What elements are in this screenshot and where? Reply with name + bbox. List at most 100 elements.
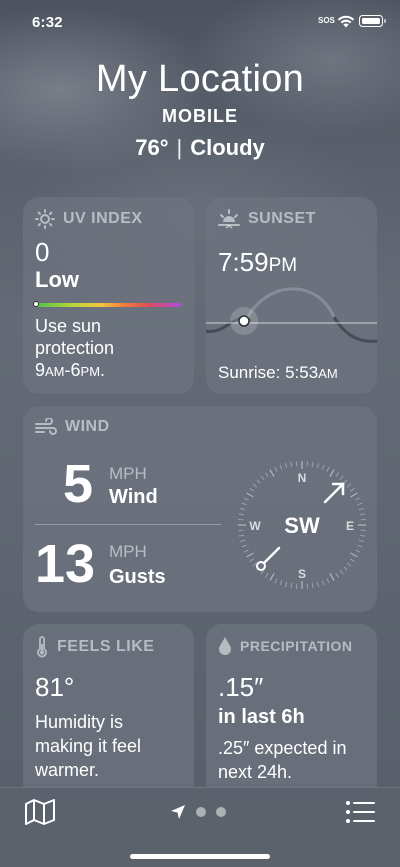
compass-tick (284, 581, 288, 587)
compass-tick (274, 578, 278, 584)
precipitation-card-title: PRECIPITATION (218, 636, 353, 656)
compass-tick (329, 469, 335, 477)
wind-speed-label: Wind (109, 486, 158, 508)
compass-tick (360, 534, 366, 537)
compass-tick (316, 463, 320, 469)
compass-tick (269, 573, 275, 581)
compass-tick (279, 464, 283, 470)
compass-tick (311, 583, 314, 589)
compass-tick (246, 552, 254, 558)
compass-tick (238, 513, 244, 516)
uv-hours: 9AM-6PM. (35, 360, 106, 380)
compass-tick (350, 558, 355, 563)
divider: | (176, 135, 183, 160)
compass-tick (329, 573, 335, 581)
wind-card-title: WIND (35, 418, 110, 436)
wind-gusts-value: 13 (35, 534, 96, 594)
sunset-time: 7:59PM (218, 247, 298, 277)
feels-like-title-label: FEELS LIKE (57, 638, 155, 655)
compass-tick (358, 507, 364, 511)
current-condition: Cloudy (190, 135, 265, 160)
sunset-card[interactable]: SUNSET 7:59PM Sunrise: 5:53AM (206, 197, 377, 394)
compass-tick (290, 461, 293, 467)
wind-card[interactable]: WIND 5 MPH Wind 13 MPH Gusts N E S W SW (23, 406, 377, 612)
compass-tick (290, 583, 293, 589)
location-name: My Location (95, 58, 305, 100)
list-icon[interactable] (344, 798, 376, 826)
compass-tick (339, 475, 344, 481)
precipitation-title-label: PRECIPITATION (240, 638, 353, 654)
sun-icon (35, 209, 55, 229)
compass-tick (240, 539, 246, 543)
compass-tick (264, 472, 269, 477)
current-temperature: 76° (135, 135, 169, 160)
status-time: 6:32 (32, 14, 63, 31)
compass-tick (326, 466, 330, 472)
compass-tick (246, 492, 254, 498)
compass-tick (316, 581, 320, 587)
wind-gusts-label: Gusts (109, 566, 166, 588)
page-dot[interactable] (216, 807, 226, 817)
sunset-title-label: SUNSET (248, 210, 316, 227)
compass-tick (335, 472, 340, 477)
compass-tick (264, 573, 269, 578)
uv-value: 0 (35, 237, 50, 267)
uv-desc-line1: Use sun (35, 316, 102, 336)
compass-tick (339, 569, 344, 575)
wind-speed-unit: MPH (109, 464, 147, 483)
sun-path-graph (206, 287, 377, 343)
compass-tick (335, 573, 340, 578)
compass-tick (355, 497, 361, 501)
feels-like-value: 81° (35, 672, 75, 702)
wind-direction-label: SW (284, 513, 320, 538)
compass-tick (357, 544, 363, 548)
compass-tick (238, 534, 244, 537)
location-arrow-icon[interactable] (170, 804, 186, 820)
feels-like-card[interactable]: FEELS LIKE 81° Humidity is making it fee… (23, 624, 194, 799)
wind-icon (35, 418, 57, 435)
current-conditions: 76° | Cloudy (0, 135, 400, 161)
compass-tick (311, 461, 314, 467)
location-header: My Location MOBILE 76° | Cloudy (0, 56, 400, 161)
compass-tick (260, 475, 265, 481)
compass-south-label: S (298, 567, 306, 581)
uv-index-card[interactable]: UV INDEX 0 Low Use sun protection 9AM-6P… (23, 197, 194, 394)
uv-scale-marker (33, 301, 39, 307)
compass-tick (355, 549, 361, 553)
page-indicator[interactable] (170, 804, 226, 820)
precipitation-amount: .15″ (218, 672, 264, 702)
compass-tick (321, 464, 325, 470)
wind-divider (35, 524, 221, 525)
map-icon[interactable] (24, 798, 56, 826)
compass-tick (243, 549, 249, 553)
sunset-icon (218, 209, 240, 229)
compass-tick (350, 492, 358, 498)
wind-speed-value: 5 (63, 454, 94, 514)
uv-title-label: UV INDEX (63, 210, 143, 227)
compass-tick (360, 513, 366, 516)
battery-icon (359, 15, 386, 27)
wind-title-label: WIND (65, 418, 110, 435)
compass-tick (279, 580, 283, 586)
sublocation: MOBILE (162, 106, 238, 126)
compass-tick (346, 483, 352, 488)
compass-tick (346, 562, 352, 567)
precipitation-card[interactable]: PRECIPITATION .15″ in last 6h .25″ expec… (206, 624, 377, 799)
precipitation-forecast: .25″ expected in next 24h. (218, 738, 347, 782)
uv-card-title: UV INDEX (35, 209, 143, 229)
uv-description: Use sun protection 9AM-6PM. (35, 315, 185, 383)
home-indicator[interactable] (130, 854, 270, 859)
compass-north-label: N (298, 471, 307, 485)
sunset-card-title: SUNSET (218, 209, 316, 229)
sos-indicator: SOS (318, 16, 335, 25)
compass-tick (243, 497, 249, 501)
page-dot[interactable] (196, 807, 206, 817)
uv-level: Low (35, 267, 79, 292)
compass-tick (350, 552, 358, 558)
wifi-icon (337, 15, 355, 28)
bottom-toolbar (0, 787, 400, 867)
compass-tick (343, 566, 348, 571)
feels-like-card-title: FEELS LIKE (35, 636, 154, 658)
compass-tick (256, 479, 261, 484)
raindrop-icon (219, 637, 231, 655)
